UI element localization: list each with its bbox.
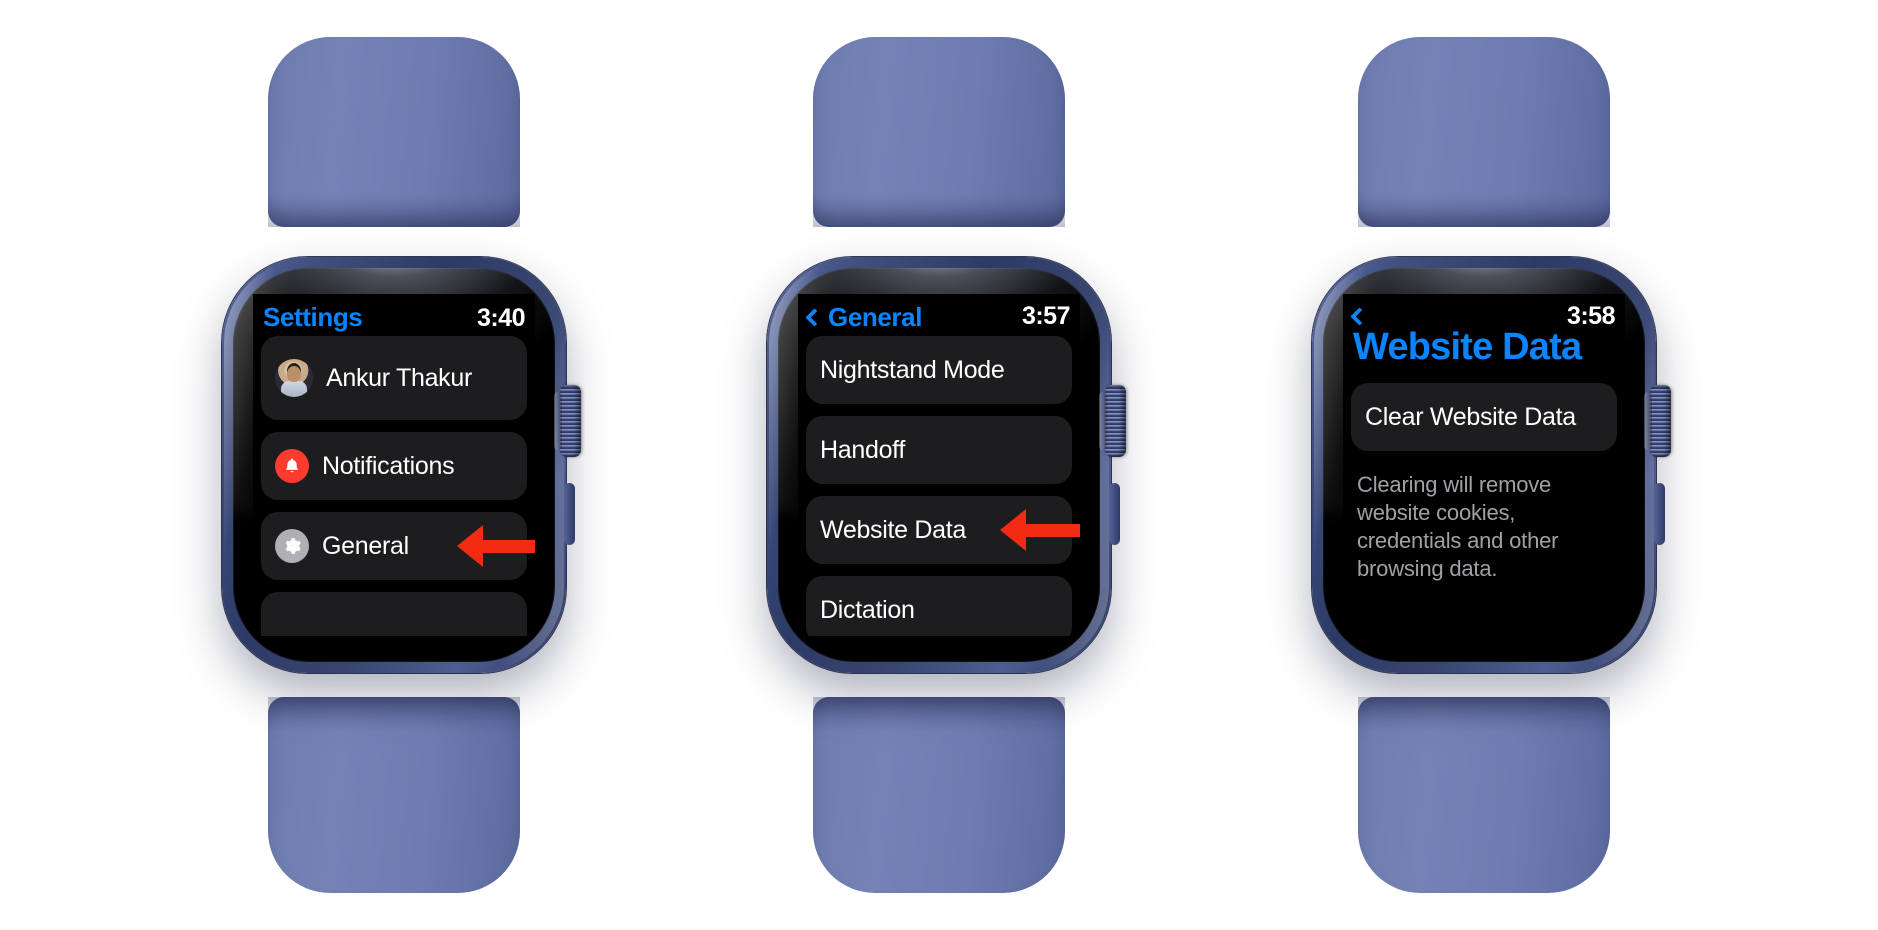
- clock: 3:57: [1021, 302, 1071, 330]
- arrow-shaft: [1026, 523, 1080, 537]
- watch-band-bottom: [268, 697, 520, 893]
- annotation-arrow-general: [457, 525, 535, 567]
- footer-hint-text: Clearing will remove website cookies, cr…: [1357, 472, 1559, 581]
- digital-crown[interactable]: [1644, 385, 1671, 457]
- settings-list: Ankur Thakur Notifications General: [253, 334, 535, 636]
- list-item-label: Notifications: [322, 451, 455, 480]
- general-list: Nightstand Mode Handoff Website Data Dic…: [798, 334, 1080, 636]
- watch-screen: Settings 3:40 Ankur Thakur Notifications…: [253, 294, 535, 636]
- list-item-handoff[interactable]: Handoff: [806, 416, 1072, 484]
- list-item-dictation[interactable]: Dictation: [806, 576, 1072, 636]
- watch-band-bottom: [813, 697, 1065, 893]
- website-data-list: Clear Website Data: [1343, 381, 1625, 451]
- arrow-head-icon: [457, 525, 483, 567]
- page-title: Settings: [263, 302, 363, 332]
- page-title: Website Data: [1353, 326, 1582, 368]
- watch-case: Settings 3:40 Ankur Thakur Notifications…: [222, 257, 581, 673]
- list-item-label: Clear Website Data: [1365, 402, 1576, 431]
- list-item-label: General: [322, 531, 409, 560]
- annotation-arrow-website-data: [1000, 509, 1080, 551]
- list-item-label: Handoff: [820, 435, 906, 464]
- arrow-shaft: [483, 539, 535, 553]
- side-button[interactable]: [1654, 483, 1665, 545]
- status-bar: General 3:57: [798, 294, 1080, 334]
- watch-screen: General 3:57 Nightstand Mode Handoff Web…: [798, 294, 1080, 636]
- watch-band-top: [1358, 37, 1610, 227]
- list-item-website-data[interactable]: Website Data: [806, 496, 1080, 564]
- watch-website-data: 3:58 Website Data Clear Website Data Cle…: [1284, 15, 1684, 915]
- back-button[interactable]: General: [805, 302, 923, 333]
- side-button[interactable]: [1109, 483, 1120, 545]
- watch-case: General 3:57 Nightstand Mode Handoff Web…: [767, 257, 1126, 673]
- arrow-head-icon: [1000, 509, 1026, 551]
- watch-band-top: [813, 37, 1065, 227]
- watch-glass: Settings 3:40 Ankur Thakur Notifications…: [233, 268, 555, 662]
- back-button[interactable]: [1350, 306, 1369, 326]
- list-item-nightstand-mode[interactable]: Nightstand Mode: [806, 336, 1072, 404]
- chevron-left-icon: [805, 308, 824, 327]
- status-bar: 3:58: [1343, 294, 1625, 330]
- digital-crown[interactable]: [1099, 385, 1126, 457]
- avatar: [275, 359, 313, 397]
- watch-settings: Settings 3:40 Ankur Thakur Notifications…: [194, 15, 594, 915]
- list-item-label: Ankur Thakur: [326, 363, 473, 392]
- list-item-notifications[interactable]: Notifications: [261, 432, 527, 500]
- list-item-label: Dictation: [820, 595, 915, 624]
- digital-crown[interactable]: [554, 385, 581, 457]
- chevron-left-icon: [1350, 306, 1369, 326]
- list-item-label: Website Data: [820, 515, 967, 544]
- watch-band-bottom: [1358, 697, 1610, 893]
- watch-case: 3:58 Website Data Clear Website Data Cle…: [1312, 257, 1671, 673]
- watch-glass: 3:58 Website Data Clear Website Data Cle…: [1323, 268, 1645, 662]
- list-item-general[interactable]: General: [261, 512, 535, 580]
- list-item-clear-website-data[interactable]: Clear Website Data: [1351, 383, 1617, 451]
- clock: 3:40: [476, 304, 526, 332]
- watch-screen: 3:58 Website Data Clear Website Data Cle…: [1343, 294, 1625, 636]
- gear-icon: [275, 529, 309, 563]
- watch-band-top: [268, 37, 520, 227]
- watch-general: General 3:57 Nightstand Mode Handoff Web…: [739, 15, 1139, 915]
- side-button[interactable]: [564, 483, 575, 545]
- list-item-account[interactable]: Ankur Thakur: [261, 336, 527, 420]
- tutorial-screenshot: Settings 3:40 Ankur Thakur Notifications…: [0, 0, 1878, 930]
- list-item-label: Nightstand Mode: [820, 355, 1005, 384]
- bell-icon: [275, 449, 309, 483]
- watch-glass: General 3:57 Nightstand Mode Handoff Web…: [778, 268, 1100, 662]
- back-button-label: General: [828, 302, 923, 332]
- status-bar: Settings 3:40: [253, 294, 535, 334]
- list-item-partial[interactable]: [261, 592, 527, 636]
